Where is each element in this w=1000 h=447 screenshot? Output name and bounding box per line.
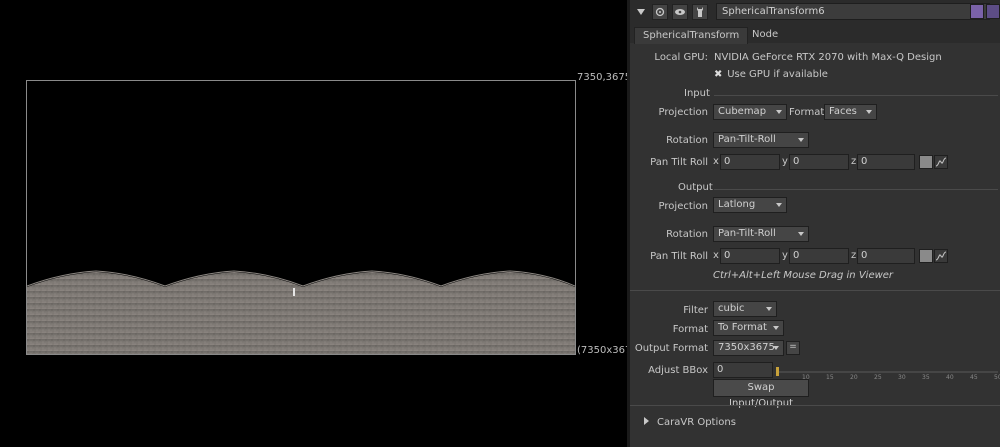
viewer-hint: Ctrl+Alt+Left Mouse Drag in Viewer bbox=[713, 270, 894, 281]
output-ptr-label: Pan Tilt Roll bbox=[650, 251, 708, 262]
filter-dropdown[interactable]: cubic bbox=[713, 301, 777, 317]
format-value: To Format bbox=[718, 322, 767, 333]
chevron-down-icon bbox=[766, 307, 772, 311]
output-roll-field[interactable]: 0 bbox=[857, 248, 915, 264]
filter-label: Filter bbox=[683, 305, 708, 316]
chevron-down-icon bbox=[798, 232, 804, 236]
adjust-bbox-slider[interactable]: 10 15 20 25 30 35 40 45 50 bbox=[776, 367, 1000, 381]
input-section-divider bbox=[714, 95, 998, 96]
split-channels-icon[interactable] bbox=[919, 155, 933, 169]
wrench-icon[interactable] bbox=[692, 4, 708, 20]
input-ptr-label: Pan Tilt Roll bbox=[650, 157, 708, 168]
output-projection-dropdown[interactable]: Latlong bbox=[713, 197, 787, 213]
input-format-label: Format bbox=[789, 107, 825, 118]
panel-toolbar: SphericalTransform6 bbox=[630, 0, 1000, 24]
divider bbox=[630, 290, 1000, 291]
output-format-label: Output Format bbox=[634, 343, 708, 354]
split-channels-icon[interactable] bbox=[919, 249, 933, 263]
chevron-down-icon bbox=[776, 203, 782, 207]
output-projection-label: Projection bbox=[658, 201, 708, 212]
center-node-icon[interactable] bbox=[652, 4, 668, 20]
image-frame[interactable] bbox=[26, 80, 576, 355]
format-label: Format bbox=[672, 324, 708, 335]
input-projection-label: Projection bbox=[658, 107, 708, 118]
node-name-field[interactable]: SphericalTransform6 bbox=[716, 3, 990, 20]
chevron-down-icon bbox=[866, 110, 872, 114]
axis-y-label: y bbox=[782, 156, 788, 167]
checkbox-checked-icon: ✖ bbox=[714, 69, 723, 80]
swap-input-output-button[interactable]: Swap Input/Output bbox=[713, 379, 809, 409]
collapse-icon[interactable] bbox=[634, 4, 648, 20]
adjust-bbox-label: Adjust BBox bbox=[648, 365, 708, 376]
slider-tick-label: 25 bbox=[874, 374, 882, 381]
slider-tick-label: 20 bbox=[850, 374, 858, 381]
output-tilt-field[interactable]: 0 bbox=[789, 248, 849, 264]
animation-curve-icon[interactable] bbox=[934, 249, 948, 263]
use-gpu-label: Use GPU if available bbox=[727, 69, 828, 80]
input-rotation-value: Pan-Tilt-Roll bbox=[718, 134, 776, 145]
axis-y-label: y bbox=[782, 250, 788, 261]
slider-tick-label: 40 bbox=[946, 374, 954, 381]
viewer[interactable]: 7350,3675 (7350x3675) bbox=[0, 0, 642, 447]
filter-value: cubic bbox=[718, 303, 745, 314]
format-dropdown[interactable]: To Format bbox=[713, 320, 784, 336]
ground-image bbox=[27, 270, 575, 354]
output-rotation-value: Pan-Tilt-Roll bbox=[718, 228, 776, 239]
chevron-down-icon bbox=[773, 346, 779, 350]
properties-panel: SphericalTransform6 SphericalTransform N… bbox=[630, 0, 1000, 447]
tab-sphericaltransform[interactable]: SphericalTransform bbox=[634, 27, 749, 44]
adjust-bbox-field[interactable]: 0 bbox=[713, 362, 773, 378]
axis-z-label: z bbox=[851, 250, 857, 261]
axis-x-label: x bbox=[713, 250, 719, 261]
input-format-value: Faces bbox=[829, 106, 857, 117]
input-section-title: Input bbox=[684, 88, 710, 99]
chevron-down-icon bbox=[776, 110, 782, 114]
gl-color-swatch[interactable] bbox=[986, 4, 1000, 19]
chevron-down-icon bbox=[798, 138, 804, 142]
output-format-dropdown[interactable]: 7350x3675 bbox=[713, 340, 784, 356]
input-rotation-dropdown[interactable]: Pan-Tilt-Roll bbox=[713, 132, 809, 148]
input-rotation-label: Rotation bbox=[666, 135, 708, 146]
local-gpu-label: Local GPU: bbox=[654, 52, 708, 63]
input-projection-value: Cubemap bbox=[718, 106, 767, 117]
input-roll-field[interactable]: 0 bbox=[857, 154, 915, 170]
slider-tick-label: 35 bbox=[922, 374, 930, 381]
input-tilt-field[interactable]: 0 bbox=[789, 154, 849, 170]
caravr-options-label: CaraVR Options bbox=[657, 417, 736, 428]
top-right-coord: 7350,3675 bbox=[577, 72, 632, 83]
output-rotation-label: Rotation bbox=[666, 229, 708, 240]
output-format-value: 7350x3675 bbox=[718, 342, 775, 353]
tab-node[interactable]: Node bbox=[744, 27, 786, 43]
output-pan-field[interactable]: 0 bbox=[720, 248, 780, 264]
caravr-options-toggle[interactable]: CaraVR Options bbox=[644, 417, 736, 428]
slider-tick-label: 30 bbox=[898, 374, 906, 381]
axis-z-label: z bbox=[851, 156, 857, 167]
slider-tick-label: 45 bbox=[970, 374, 978, 381]
divider bbox=[630, 405, 1000, 406]
output-rotation-dropdown[interactable]: Pan-Tilt-Roll bbox=[713, 226, 809, 242]
slider-tick-label: 15 bbox=[826, 374, 834, 381]
animation-curve-icon[interactable] bbox=[934, 155, 948, 169]
output-section-divider bbox=[714, 189, 998, 190]
input-projection-dropdown[interactable]: Cubemap bbox=[713, 104, 787, 120]
input-format-dropdown[interactable]: Faces bbox=[824, 104, 877, 120]
slider-tick-label: 50 bbox=[994, 374, 1000, 381]
format-options-icon[interactable]: = bbox=[786, 341, 800, 355]
tab-bar: SphericalTransform Node bbox=[630, 24, 1000, 44]
input-pan-field[interactable]: 0 bbox=[720, 154, 780, 170]
axis-x-label: x bbox=[713, 156, 719, 167]
expand-triangle-icon bbox=[644, 417, 649, 425]
output-section-title: Output bbox=[678, 182, 713, 193]
input-icon[interactable] bbox=[672, 4, 688, 20]
output-projection-value: Latlong bbox=[718, 199, 756, 210]
node-color-swatch[interactable] bbox=[970, 4, 984, 19]
use-gpu-checkbox[interactable]: ✖ Use GPU if available bbox=[714, 69, 828, 80]
local-gpu-value: NVIDIA GeForce RTX 2070 with Max-Q Desig… bbox=[714, 52, 942, 63]
chevron-down-icon bbox=[773, 326, 779, 330]
